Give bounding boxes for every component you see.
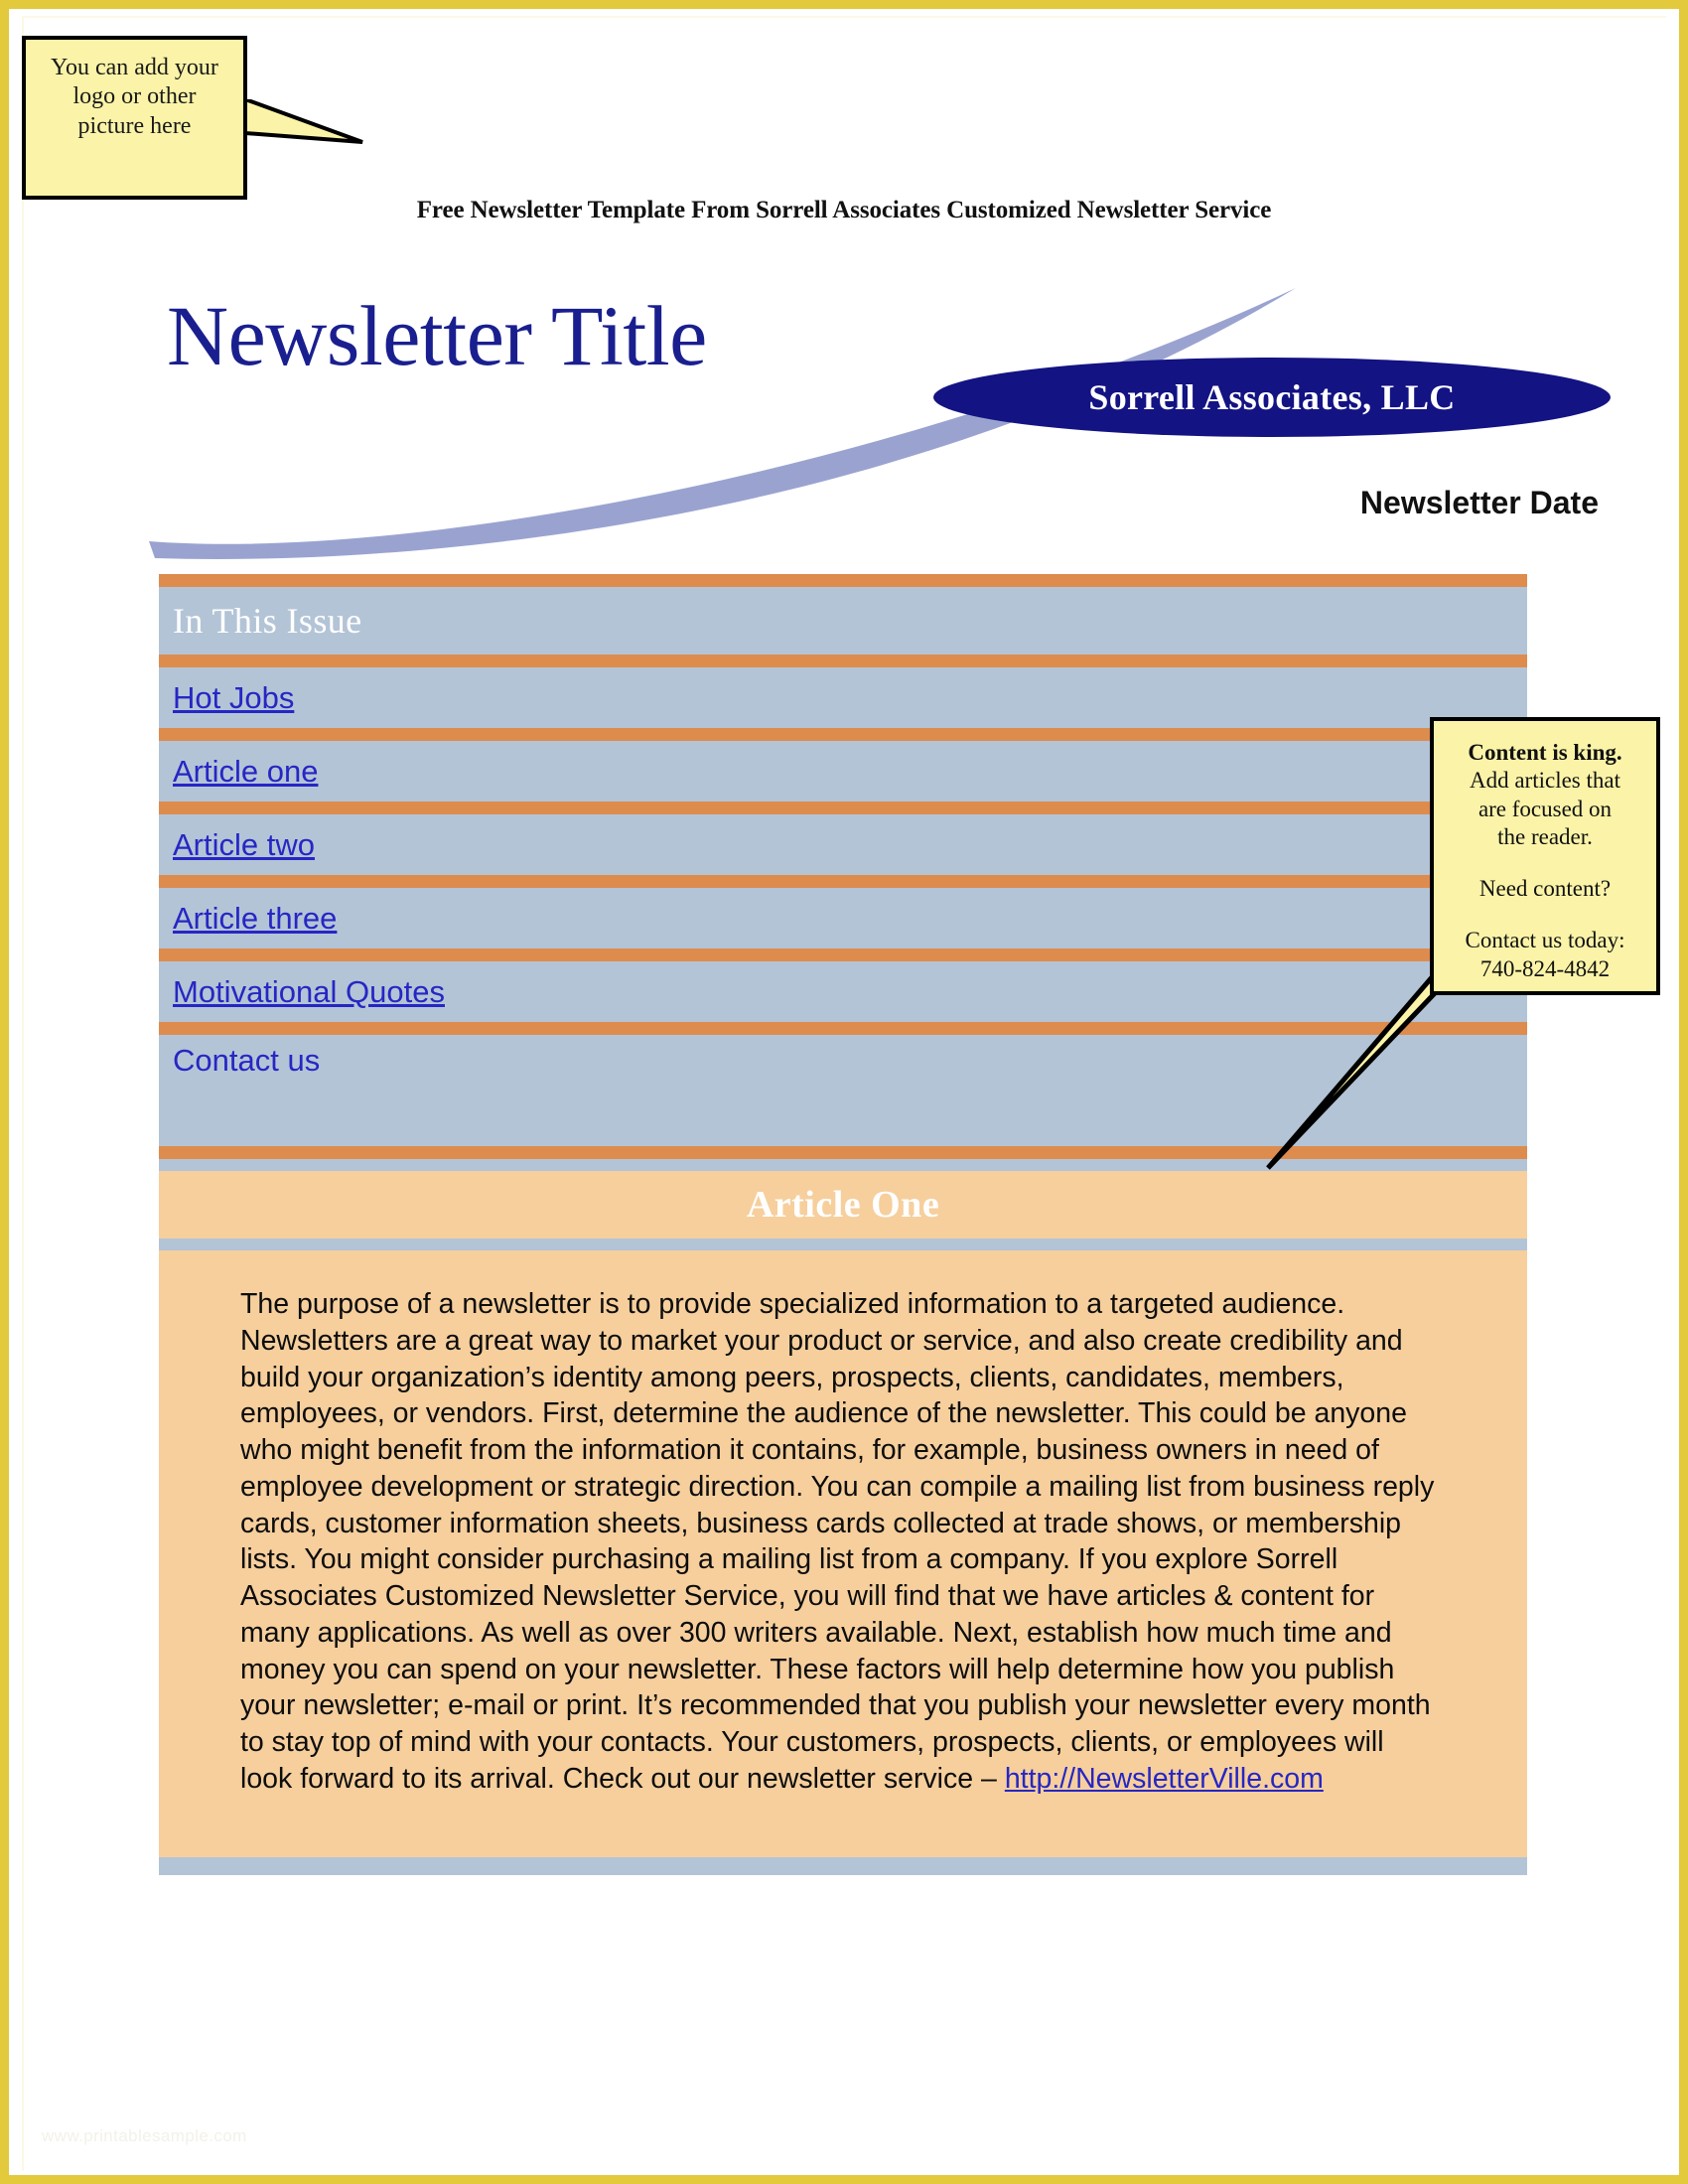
newsletter-date: Newsletter Date	[1359, 485, 1599, 520]
toc-link-hot-jobs[interactable]: Hot Jobs	[173, 680, 294, 716]
toc-row-article-one[interactable]: Article one	[159, 741, 1527, 801]
page-border-top	[0, 0, 1688, 9]
content-callout-line3: the reader.	[1497, 823, 1593, 849]
article-bottom-blue-rule	[159, 1856, 1527, 1875]
logo-callout-text: You can add your logo or other picture h…	[51, 55, 218, 139]
brand-name: Sorrell Associates, LLC	[1088, 377, 1456, 417]
newsletter-page: You can add your logo or other picture h…	[0, 0, 1688, 2184]
separator-bar	[159, 728, 1527, 741]
article-paragraph: The purpose of a newsletter is to provid…	[240, 1286, 1440, 1798]
masthead: Newsletter Title Sorrell Associates, LLC…	[0, 268, 1688, 566]
callout-spacer	[1444, 851, 1646, 875]
page-watermark: www.printablesample.com	[42, 2126, 247, 2145]
content-callout-contact-label: Contact us today:	[1465, 928, 1625, 953]
toc-link-article-two[interactable]: Article two	[173, 827, 315, 863]
newsletter-title: Newsletter Title	[167, 288, 707, 383]
toc-label-contact-us: Contact us	[173, 1043, 321, 1078]
content-callout-headline: Content is king.	[1468, 740, 1622, 765]
in-this-issue-title: In This Issue	[173, 601, 362, 641]
content-callout-line2: are focused on	[1477, 796, 1613, 821]
separator-bar	[159, 875, 1527, 888]
content-callout-phone: 740-824-4842	[1479, 955, 1611, 981]
article-body: The purpose of a newsletter is to provid…	[159, 1250, 1527, 1857]
in-this-issue-header: In This Issue	[159, 587, 1527, 655]
separator-bar	[159, 655, 1527, 667]
separator-bar	[159, 574, 1527, 587]
article-title-bar: Article One	[159, 1171, 1527, 1238]
page-border-bottom	[0, 2175, 1688, 2184]
toc-row-article-two[interactable]: Article two	[159, 814, 1527, 875]
toc-row-hot-jobs[interactable]: Hot Jobs	[159, 667, 1527, 728]
toc-link-article-three[interactable]: Article three	[173, 901, 337, 937]
toc-link-motivational-quotes[interactable]: Motivational Quotes	[173, 974, 445, 1010]
article-under-title-blue-rule	[159, 1238, 1527, 1250]
newsletter-service-link[interactable]: http://NewsletterVille.com	[1005, 1763, 1324, 1795]
article-body-text: The purpose of a newsletter is to provid…	[240, 1288, 1435, 1795]
template-credit-line: Free Newsletter Template From Sorrell As…	[416, 197, 1272, 223]
callout-spacer	[1444, 903, 1646, 927]
content-callout-line1: Add articles that	[1469, 768, 1620, 794]
content-tip-callout: Content is king. Add articles that are f…	[1430, 717, 1660, 995]
content-callout-question: Need content?	[1478, 876, 1612, 902]
brand-ellipse: Sorrell Associates, LLC	[933, 358, 1611, 437]
article-title: Article One	[746, 1184, 940, 1226]
newsletter-content-table: In This Issue Hot Jobs Article one Artic…	[159, 574, 1527, 1875]
logo-callout-tail-icon	[245, 99, 363, 144]
separator-bar	[159, 801, 1527, 814]
page-inner-rule-top	[22, 16, 1666, 18]
logo-placeholder-callout: You can add your logo or other picture h…	[22, 36, 247, 200]
toc-link-article-one[interactable]: Article one	[173, 754, 318, 790]
